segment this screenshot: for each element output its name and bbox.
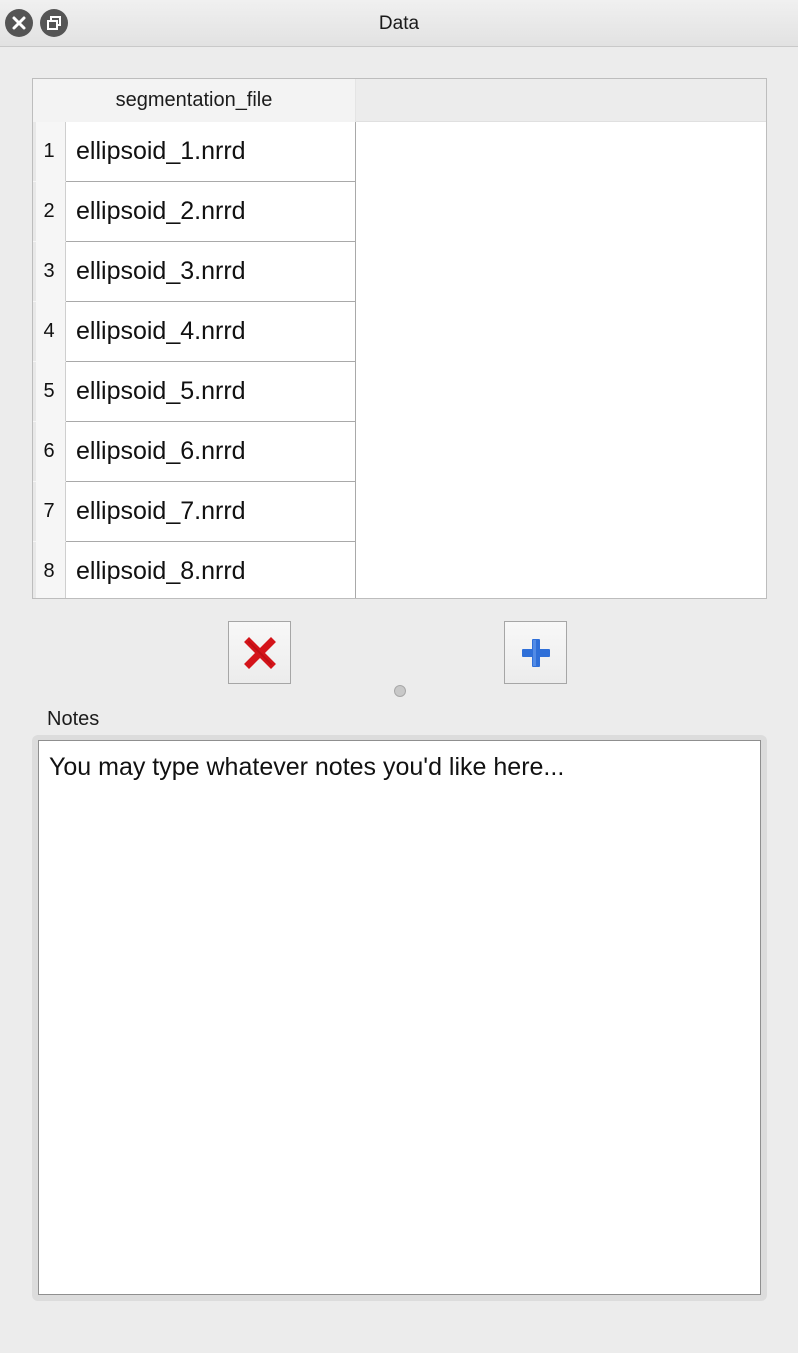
table-row[interactable]: 1 ellipsoid_1.nrrd	[33, 122, 356, 182]
table-row[interactable]: 4 ellipsoid_4.nrrd	[33, 302, 356, 362]
table-cell[interactable]: ellipsoid_8.nrrd	[66, 542, 356, 598]
row-number[interactable]: 6	[33, 422, 66, 482]
table-row[interactable]: 5 ellipsoid_5.nrrd	[33, 362, 356, 422]
table-cell[interactable]: ellipsoid_3.nrrd	[66, 242, 356, 302]
remove-row-button[interactable]	[228, 621, 291, 684]
row-number[interactable]: 1	[33, 122, 66, 182]
row-number[interactable]: 4	[33, 302, 66, 362]
title-bar: Data	[0, 0, 798, 47]
table-cell[interactable]: ellipsoid_4.nrrd	[66, 302, 356, 362]
table-row[interactable]: 8 ellipsoid_8.nrrd	[33, 542, 356, 598]
table-row[interactable]: 6 ellipsoid_6.nrrd	[33, 422, 356, 482]
splitter-handle[interactable]	[394, 685, 406, 697]
row-number[interactable]: 2	[33, 182, 66, 242]
table-cell[interactable]: ellipsoid_7.nrrd	[66, 482, 356, 542]
table-cell[interactable]: ellipsoid_6.nrrd	[66, 422, 356, 482]
table-row[interactable]: 2 ellipsoid_2.nrrd	[33, 182, 356, 242]
add-row-button[interactable]	[504, 621, 567, 684]
table-cell[interactable]: ellipsoid_2.nrrd	[66, 182, 356, 242]
window-title: Data	[378, 13, 420, 34]
red-x-icon	[243, 636, 276, 669]
data-table[interactable]: segmentation_file 1 ellipsoid_1.nrrd 2 e…	[32, 78, 767, 599]
table-cell[interactable]: ellipsoid_5.nrrd	[66, 362, 356, 422]
column-header-segmentation-file[interactable]: segmentation_file	[33, 79, 356, 122]
row-number[interactable]: 5	[33, 362, 66, 422]
row-number[interactable]: 7	[33, 482, 66, 542]
table-row[interactable]: 7 ellipsoid_7.nrrd	[33, 482, 356, 542]
table-row[interactable]: 3 ellipsoid_3.nrrd	[33, 242, 356, 302]
notes-textarea[interactable]: You may type whatever notes you'd like h…	[38, 740, 761, 1295]
row-number[interactable]: 3	[33, 242, 66, 302]
blue-plus-icon	[521, 638, 550, 667]
notes-label: Notes	[47, 708, 100, 730]
row-number[interactable]: 8	[33, 542, 66, 598]
table-cell[interactable]: ellipsoid_1.nrrd	[66, 122, 356, 182]
